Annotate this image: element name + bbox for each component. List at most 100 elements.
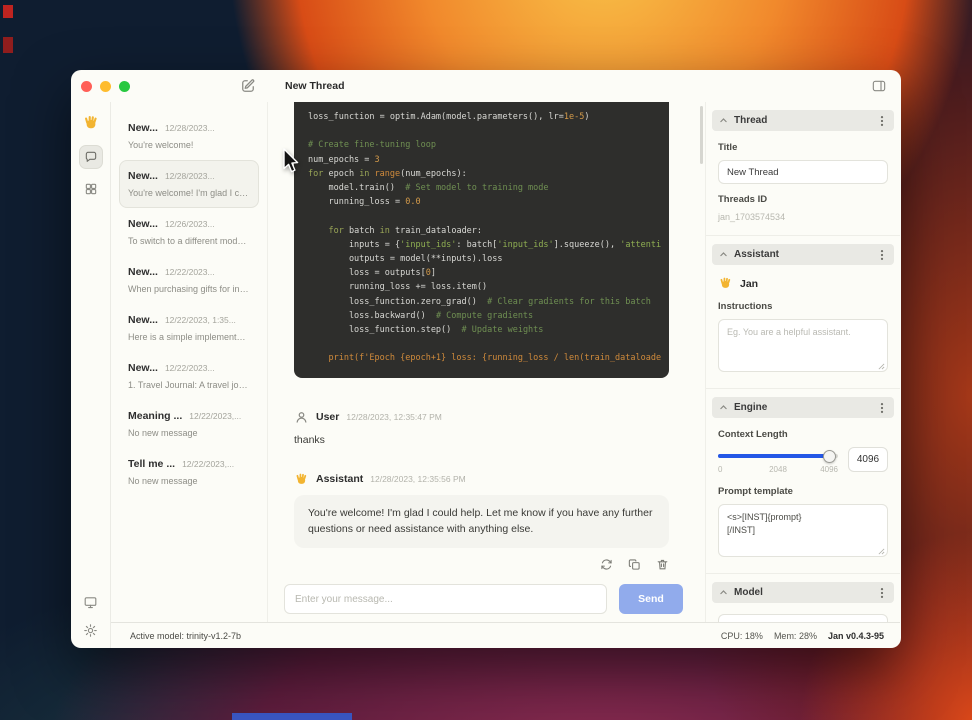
chevron-up-icon[interactable] xyxy=(719,403,728,412)
thread-preview: 1. Travel Journal: A travel journ... xyxy=(128,380,250,390)
thread-list-item[interactable]: New... 12/28/2023... You're welcome! xyxy=(119,112,259,160)
tick-label: 4096 xyxy=(820,465,838,475)
thread-preview: No new message xyxy=(128,476,198,486)
wallpaper-artifact xyxy=(3,5,13,18)
wave-icon xyxy=(718,276,733,291)
message-timestamp: 12/28/2023, 12:35:47 PM xyxy=(346,412,442,423)
apps-grid-icon[interactable] xyxy=(84,182,98,196)
thread-title-input[interactable] xyxy=(718,160,888,184)
new-thread-compose-icon[interactable] xyxy=(239,77,257,95)
chevron-up-icon[interactable] xyxy=(719,250,728,259)
thread-list-item[interactable]: New... 12/26/2023... To switch to a diff… xyxy=(119,208,259,256)
thread-title: New... xyxy=(128,314,158,326)
instructions-label: Instructions xyxy=(718,301,773,312)
thread-list-item[interactable]: New... 12/22/2023, 1:35... Here is a sim… xyxy=(119,304,259,352)
assistant-identity: Jan xyxy=(718,276,888,291)
thread-title: New... xyxy=(128,266,158,278)
assistant-message-header: Assistant 12/28/2023, 12:35:56 PM xyxy=(294,472,669,487)
thread-date: 12/22/2023,... xyxy=(182,459,235,469)
thread-preview: To switch to a different model,... xyxy=(128,236,250,246)
chat-scroll-region[interactable]: loss_function = optim.Adam(model.paramet… xyxy=(268,102,705,576)
code-block: loss_function = optim.Adam(model.paramet… xyxy=(294,102,669,378)
kebab-menu-icon[interactable] xyxy=(877,402,887,414)
regenerate-icon[interactable] xyxy=(600,558,613,571)
wave-logo-icon xyxy=(82,114,100,132)
section-title: Engine xyxy=(734,402,768,414)
model-select[interactable]: Mistral Instruct 7B Q4 xyxy=(718,614,888,622)
left-icon-rail xyxy=(71,102,111,648)
active-model-status: Active model: trinity-v1.2-7b xyxy=(130,630,242,641)
engine-section: Engine Context Length 0 2048 4096 4096 P… xyxy=(706,397,900,575)
thread-date: 12/28/2023... xyxy=(164,171,215,181)
thread-preview: When purchasing gifts for in-... xyxy=(128,284,250,294)
monitor-icon[interactable] xyxy=(83,595,98,610)
engine-section-header[interactable]: Engine xyxy=(712,397,894,419)
zoom-button[interactable] xyxy=(119,81,130,92)
message-actions xyxy=(294,558,669,571)
thread-date: 12/28/2023... xyxy=(164,123,215,133)
model-section: Model Mistral Instruct 7B Q4 xyxy=(706,582,900,622)
prompt-template-textarea[interactable]: <s>[INST]{prompt} [/INST] xyxy=(718,504,888,558)
chat-bubble-icon xyxy=(84,150,98,164)
thread-preview: No new message xyxy=(128,428,198,438)
right-panel-toggle-icon[interactable] xyxy=(871,78,887,94)
rail-chat-tab[interactable] xyxy=(78,145,103,169)
message-input[interactable] xyxy=(284,584,607,614)
settings-panel: Thread Title Threads ID jan_1703574534 xyxy=(705,102,900,622)
thread-title: New... xyxy=(128,170,158,182)
wallpaper-artifact xyxy=(3,37,13,53)
tick-label: 0 xyxy=(718,465,723,475)
thread-list-item[interactable]: New... 12/22/2023... When purchasing gif… xyxy=(119,256,259,304)
message-timestamp: 12/28/2023, 12:35:56 PM xyxy=(370,474,466,485)
chevron-up-icon[interactable] xyxy=(719,116,728,125)
send-button[interactable]: Send xyxy=(619,584,683,614)
assistant-section: Assistant Jan Instructions Eg. You are a… xyxy=(706,244,900,390)
thread-section: Thread Title Threads ID jan_1703574534 xyxy=(706,110,900,236)
app-version: Jan v0.4.3-95 xyxy=(827,630,884,641)
gear-icon[interactable] xyxy=(83,623,98,638)
assistant-name: Jan xyxy=(740,277,759,290)
close-button[interactable] xyxy=(81,81,92,92)
thread-list-item[interactable]: New... 12/22/2023... 1. Travel Journal: … xyxy=(119,352,259,400)
thread-section-header[interactable]: Thread xyxy=(712,110,894,131)
cpu-status: CPU: 18% xyxy=(720,630,763,641)
context-length-slider[interactable]: 0 2048 4096 xyxy=(718,450,838,476)
assistant-avatar-wave-icon xyxy=(294,472,309,487)
slider-thumb[interactable] xyxy=(822,450,836,464)
thread-date: 12/22/2023, 1:35... xyxy=(164,315,236,325)
tick-label: 2048 xyxy=(769,465,787,475)
thread-date: 12/22/2023... xyxy=(164,363,215,373)
thread-list: New... 12/28/2023... You're welcome! New… xyxy=(111,102,268,622)
thread-title: New... xyxy=(128,218,158,230)
thread-list-item[interactable]: Tell me ... 12/22/2023,... No new messag… xyxy=(119,448,259,496)
instructions-textarea[interactable] xyxy=(718,319,888,373)
chat-scrollbar[interactable] xyxy=(700,106,703,164)
trash-icon[interactable] xyxy=(656,558,669,571)
status-bar: Active model: trinity-v1.2-7b CPU: 18% M… xyxy=(111,622,900,648)
user-avatar-icon xyxy=(294,410,309,425)
kebab-menu-icon[interactable] xyxy=(877,115,887,127)
model-section-header[interactable]: Model xyxy=(712,582,894,604)
thread-list-item[interactable]: New... 12/28/2023... You're welcome! I'm… xyxy=(119,160,259,208)
kebab-menu-icon[interactable] xyxy=(877,249,887,261)
threads-id-label: Threads ID xyxy=(718,194,768,205)
prompt-template-label: Prompt template xyxy=(718,486,793,498)
context-length-value[interactable]: 4096 xyxy=(848,447,888,473)
assistant-message-bubble: You're welcome! I'm glad I could help. L… xyxy=(294,494,669,549)
user-message-header: User 12/28/2023, 12:35:47 PM xyxy=(294,410,669,425)
thread-preview: You're welcome! xyxy=(128,140,194,150)
copy-icon[interactable] xyxy=(628,558,641,571)
wallpaper-artifact xyxy=(232,713,352,720)
window-title: New Thread xyxy=(285,80,345,92)
kebab-menu-icon[interactable] xyxy=(877,587,887,599)
thread-list-item[interactable]: Meaning ... 12/22/2023,... No new messag… xyxy=(119,400,259,448)
thread-preview: You're welcome! I'm glad I cou... xyxy=(128,188,250,198)
resize-handle-icon[interactable] xyxy=(878,363,885,370)
minimize-button[interactable] xyxy=(100,81,111,92)
message-role: User xyxy=(316,411,340,424)
titlebar: New Thread xyxy=(71,70,901,102)
resize-handle-icon[interactable] xyxy=(878,548,885,555)
assistant-section-header[interactable]: Assistant xyxy=(712,244,894,265)
chevron-up-icon[interactable] xyxy=(719,588,728,597)
chat-area: loss_function = optim.Adam(model.paramet… xyxy=(268,102,705,622)
